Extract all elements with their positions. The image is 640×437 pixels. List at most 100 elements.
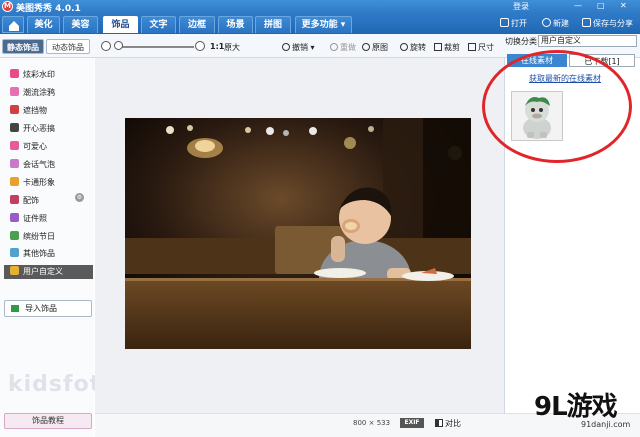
resize-icon: [468, 43, 476, 51]
open-button[interactable]: 打开: [500, 18, 527, 29]
restore-original-button[interactable]: 原图: [362, 42, 388, 53]
left-category-item[interactable]: 证件照: [10, 212, 47, 226]
accessories-tutorial-button[interactable]: 饰品教程: [4, 413, 92, 429]
image-dimensions: 800 × 533: [353, 419, 390, 427]
category-label: 炫彩水印: [23, 70, 55, 79]
left-category-item[interactable]: 卡通形象: [10, 176, 55, 190]
category-label: 潮流涂鸦: [23, 88, 55, 97]
tab-collage[interactable]: 拼图: [255, 16, 291, 33]
zoom-in-icon[interactable]: [195, 41, 205, 51]
open-label: 打开: [511, 19, 527, 28]
category-label: 开心恶搞: [23, 124, 55, 133]
redo-label: 重做: [340, 43, 356, 52]
tab-more[interactable]: 更多功能 ▾: [295, 16, 352, 33]
import-label: 导入饰品: [25, 304, 57, 313]
category-label: 遮挡物: [23, 106, 47, 115]
site-watermark-url: 91danji.com: [581, 420, 631, 429]
app-title: 美图秀秀 4.0.1: [16, 4, 81, 14]
home-tab[interactable]: [2, 16, 24, 33]
maximize-icon[interactable]: □: [597, 1, 605, 10]
category-label: 其他饰品: [23, 249, 55, 258]
compare-icon: [435, 419, 443, 427]
static-accessories-tab[interactable]: 静态饰品: [2, 39, 44, 54]
folder-icon: [500, 18, 509, 27]
zoom-slider-track[interactable]: [120, 46, 194, 48]
save-share-label: 保存与分享: [593, 19, 633, 28]
save-share-button[interactable]: 保存与分享: [582, 18, 633, 29]
plus-icon: [542, 18, 551, 27]
left-category-item[interactable]: 炫彩水印: [10, 68, 55, 82]
left-category-item[interactable]: 其他饰品: [10, 247, 55, 261]
category-icon: [10, 213, 19, 222]
zoom-slider-thumb[interactable]: [114, 41, 123, 50]
tab-beautify[interactable]: 美化: [27, 16, 60, 33]
dimension-separator: ×: [368, 419, 375, 427]
category-label: 会话气泡: [23, 160, 55, 169]
crop-button[interactable]: 裁剪: [434, 42, 460, 53]
left-category-item[interactable]: 缤纷节日: [10, 230, 55, 244]
site-watermark-logo: 9L游戏: [534, 392, 618, 422]
category-label: 卡通形象: [23, 178, 55, 187]
import-accessories-button[interactable]: 导入饰品: [4, 300, 92, 317]
category-icon: [10, 266, 19, 275]
category-icon: [10, 87, 19, 96]
new-label: 新建: [553, 19, 569, 28]
left-category-item[interactable]: 潮流涂鸦: [10, 86, 55, 100]
exif-button[interactable]: EXIF: [400, 418, 424, 428]
redo-icon: [330, 43, 338, 51]
category-label: 切换分类:: [505, 37, 540, 46]
undo-button[interactable]: 撤销 ▾: [282, 42, 315, 53]
original-label: 原图: [372, 43, 388, 52]
photo-image: [125, 118, 471, 349]
title-bar: M 美图秀秀 4.0.1 登录 — □ ✕: [0, 0, 640, 14]
category-icon: [10, 69, 19, 78]
tab-face[interactable]: 美容: [63, 16, 98, 33]
left-category-item[interactable]: 配饰: [10, 194, 39, 208]
redo-button[interactable]: 重做: [330, 42, 356, 53]
undo-label: 撤销 ▾: [292, 43, 315, 52]
app-logo-icon: M: [2, 1, 13, 12]
left-category-item[interactable]: 会话气泡: [10, 158, 55, 172]
left-category-item[interactable]: 开心恶搞: [10, 122, 55, 136]
main-tab-bar: 美化 美容 饰品 文字 边框 场景 拼图 更多功能 ▾ 打开 新建 保存与分享: [0, 14, 640, 34]
new-button[interactable]: 新建: [542, 18, 569, 29]
rotate-label: 旋转: [410, 43, 426, 52]
home-icon: [9, 21, 19, 31]
edited-photo[interactable]: [125, 118, 471, 349]
tab-accessories[interactable]: 饰品: [103, 16, 138, 33]
resize-label: 尺寸: [478, 43, 494, 52]
zoom-out-icon[interactable]: [101, 41, 111, 51]
category-icon: [10, 105, 19, 114]
resize-button[interactable]: 尺寸: [468, 42, 494, 53]
category-select[interactable]: 用户自定义: [538, 35, 637, 47]
tab-frames[interactable]: 边框: [179, 16, 215, 33]
import-icon: [11, 305, 19, 312]
save-icon: [582, 18, 591, 27]
minimize-icon[interactable]: —: [574, 1, 582, 10]
close-icon[interactable]: ✕: [620, 1, 627, 10]
rotate-button[interactable]: 旋转: [400, 42, 426, 53]
category-icon: [10, 248, 19, 257]
compare-button[interactable]: 对比: [435, 418, 461, 429]
category-label: 配饰: [23, 196, 39, 205]
rotate-icon: [400, 43, 408, 51]
image-width: 800: [353, 419, 367, 427]
category-label: 用户自定义: [23, 267, 63, 276]
category-label: 证件照: [23, 214, 47, 223]
category-label: 可爱心: [23, 142, 47, 151]
zoom-1to1-button[interactable]: 1:1: [210, 42, 224, 51]
left-category-item[interactable]: 可爱心: [10, 140, 47, 154]
zoom-original-button[interactable]: 原大: [224, 42, 240, 53]
category-icon: [10, 177, 19, 186]
settings-icon[interactable]: ⚙: [75, 193, 84, 202]
dynamic-accessories-tab[interactable]: 动态饰品: [46, 39, 90, 54]
tab-text[interactable]: 文字: [141, 16, 176, 33]
category-icon: [10, 195, 19, 204]
login-link[interactable]: 登录: [513, 1, 529, 12]
crop-label: 裁剪: [444, 43, 460, 52]
category-label: 缤纷节日: [23, 232, 55, 241]
left-category-item[interactable]: 遮挡物: [10, 104, 47, 118]
tab-scenes[interactable]: 场景: [218, 16, 253, 33]
left-category-item[interactable]: 用户自定义: [4, 265, 93, 279]
original-icon: [362, 43, 370, 51]
